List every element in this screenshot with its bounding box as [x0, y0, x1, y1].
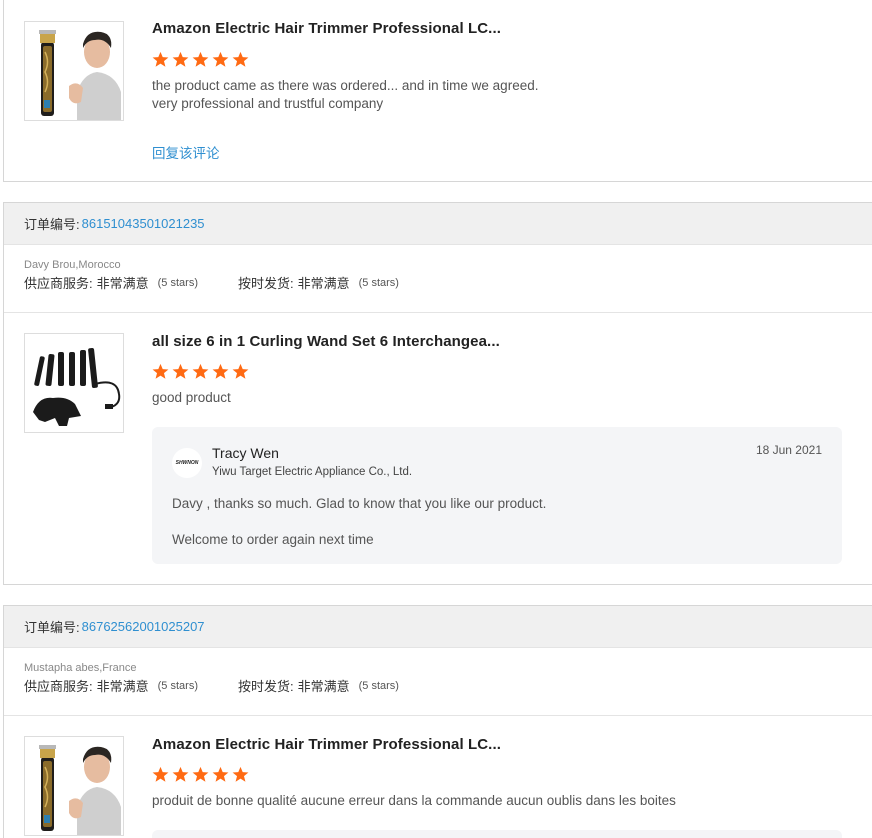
buyer-info: Davy Brou,Morocco 供应商服务: 非常满意 (5 stars) …: [4, 245, 872, 313]
star-icon: [152, 51, 169, 68]
reply-to-review-link[interactable]: 回复该评论: [152, 142, 220, 162]
product-title[interactable]: all size 6 in 1 Curling Wand Set 6 Inter…: [152, 333, 500, 350]
service-value: 非常满意: [96, 276, 149, 291]
star-icon: [172, 51, 189, 68]
supplier-ratings: 供应商服务: 非常满意 (5 stars) 按时发货: 非常满意 (5 star…: [24, 273, 872, 292]
service-value: 非常满意: [96, 679, 149, 694]
review-text-line-1: the product came as there was ordered...…: [152, 78, 539, 93]
order-number-link[interactable]: 86762562001025207: [82, 619, 205, 634]
buyer-name: Davy Brou,Morocco: [24, 259, 121, 271]
review-card-2: 订单编号: 86151043501021235 Davy Brou,Morocc…: [3, 202, 872, 585]
reply-text-line-2: Welcome to order again next time: [172, 532, 374, 547]
star-icon: [212, 363, 229, 380]
star-icon: [232, 363, 249, 380]
star-icon: [212, 51, 229, 68]
shipping-label: 按时发货:: [237, 276, 294, 291]
buyer-info: Mustapha abes,France 供应商服务: 非常满意 (5 star…: [4, 648, 872, 716]
star-icon: [152, 766, 169, 783]
order-header: 订单编号: 86151043501021235: [4, 203, 872, 245]
seller-avatar: SHWNON: [172, 448, 202, 478]
star-rating: [152, 766, 249, 783]
star-icon: [192, 51, 209, 68]
shipping-stars-note: (5 stars): [358, 276, 399, 289]
star-icon: [212, 766, 229, 783]
product-thumbnail[interactable]: [24, 333, 124, 433]
product-title[interactable]: Amazon Electric Hair Trimmer Professiona…: [152, 20, 501, 37]
order-number-link[interactable]: 86151043501021235: [82, 216, 205, 231]
review-text: good product: [152, 390, 231, 405]
star-icon: [232, 51, 249, 68]
star-rating: [152, 51, 249, 68]
star-icon: [192, 363, 209, 380]
seller-reply-box: [152, 830, 842, 838]
shipping-stars-note: (5 stars): [358, 679, 399, 692]
product-thumbnail[interactable]: [24, 736, 124, 836]
review-text: produit de bonne qualité aucune erreur d…: [152, 793, 676, 808]
product-thumbnail[interactable]: [24, 21, 124, 121]
order-number-label: 订单编号:: [24, 620, 80, 635]
service-label: 供应商服务:: [24, 276, 93, 291]
star-rating: [152, 363, 249, 380]
review-text-line-2: very professional and trustful company: [152, 96, 384, 111]
seller-name: Tracy Wen: [212, 445, 279, 461]
reply-date: 18 Jun 2021: [755, 443, 822, 457]
star-icon: [232, 766, 249, 783]
reply-text-line-1: Davy , thanks so much. Glad to know that…: [172, 496, 547, 511]
star-icon: [152, 363, 169, 380]
seller-reply-box: SHWNON Tracy Wen Yiwu Target Electric Ap…: [152, 427, 842, 564]
review-card-3: 订单编号: 86762562001025207 Mustapha abes,Fr…: [3, 605, 872, 838]
shipping-value: 非常满意: [297, 276, 350, 291]
shipping-value: 非常满意: [297, 679, 350, 694]
service-stars-note: (5 stars): [157, 276, 198, 289]
star-icon: [172, 766, 189, 783]
star-icon: [192, 766, 209, 783]
service-stars-note: (5 stars): [157, 679, 198, 692]
buyer-name: Mustapha abes,France: [24, 662, 137, 674]
supplier-ratings: 供应商服务: 非常满意 (5 stars) 按时发货: 非常满意 (5 star…: [24, 676, 872, 695]
review-card-1: Amazon Electric Hair Trimmer Professiona…: [3, 0, 872, 182]
order-header: 订单编号: 86762562001025207: [4, 606, 872, 648]
star-icon: [172, 363, 189, 380]
seller-company: Yiwu Target Electric Appliance Co., Ltd.: [212, 466, 413, 478]
product-title[interactable]: Amazon Electric Hair Trimmer Professiona…: [152, 736, 501, 753]
order-number-label: 订单编号:: [24, 217, 80, 232]
service-label: 供应商服务:: [24, 679, 93, 694]
shipping-label: 按时发货:: [237, 679, 294, 694]
